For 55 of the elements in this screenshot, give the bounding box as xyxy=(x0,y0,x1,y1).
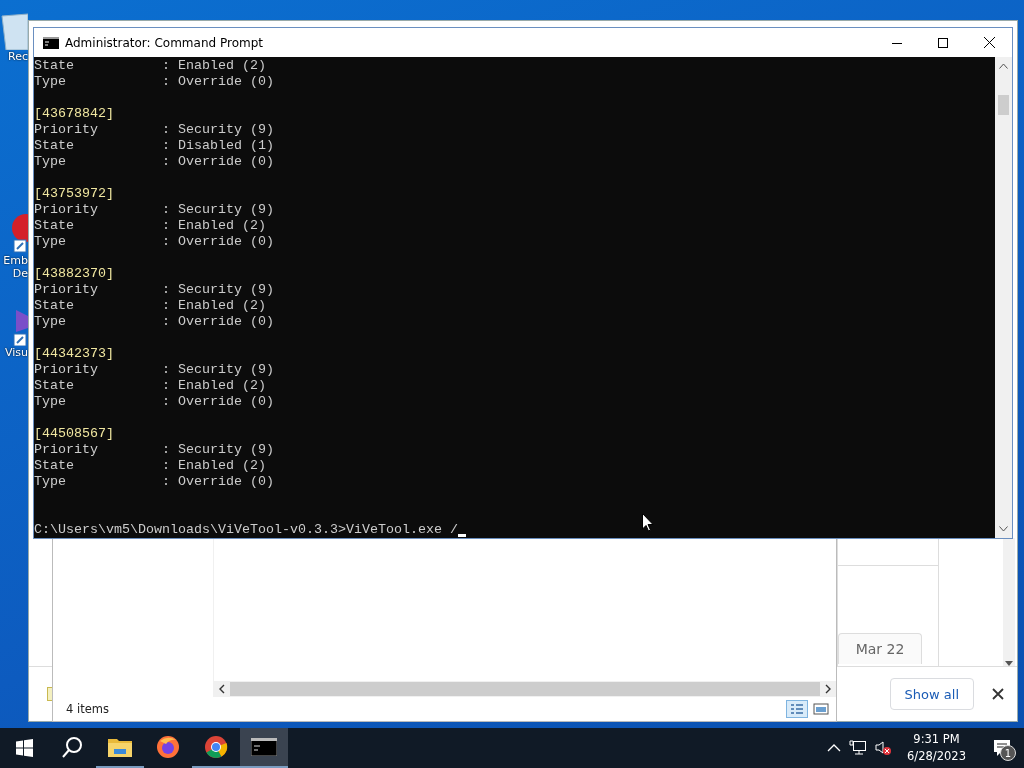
mouse-cursor-icon xyxy=(642,513,654,532)
console-line: Priority : Security (9) xyxy=(34,282,274,298)
icon-label: Rec xyxy=(8,50,28,63)
speaker-muted-icon[interactable] xyxy=(875,740,894,756)
date-tab[interactable]: Mar 22 xyxy=(838,633,922,664)
icon-label: De xyxy=(12,267,28,280)
console-line: Priority : Security (9) xyxy=(34,442,274,458)
scroll-bar[interactable] xyxy=(1003,538,1015,666)
show-all-button[interactable]: Show all xyxy=(889,678,974,710)
feature-id: [43753972] xyxy=(34,186,114,202)
icon-label: Emb xyxy=(3,254,28,267)
icon-label: Visu xyxy=(4,346,28,359)
console-line: Priority : Security (9) xyxy=(34,362,274,378)
feature-id: [44342373] xyxy=(34,346,114,362)
recycle-bin-icon[interactable] xyxy=(0,10,28,50)
console-icon xyxy=(251,738,277,756)
console-icon xyxy=(43,36,59,49)
network-icon[interactable] xyxy=(849,740,868,756)
window-title: Administrator: Command Prompt xyxy=(65,35,263,50)
taskbar-button[interactable] xyxy=(240,728,288,768)
console-line: Priority : Security (9) xyxy=(34,202,274,218)
console-line: State : Enabled (2) xyxy=(34,218,266,234)
console-line: Type : Override (0) xyxy=(34,234,274,250)
feature-id: [44508567] xyxy=(34,426,114,442)
chrome-icon xyxy=(204,735,228,759)
notification-button[interactable]: 1 xyxy=(980,728,1024,768)
feature-id: [43882370] xyxy=(34,266,114,282)
close-icon xyxy=(983,37,995,48)
feature-id: [43678842] xyxy=(34,106,114,122)
horizontal-scroll-bar[interactable] xyxy=(214,681,836,697)
console-line: Type : Override (0) xyxy=(34,394,274,410)
console-line: Type : Override (0) xyxy=(34,74,274,90)
firefox-icon xyxy=(156,735,180,759)
text-cursor xyxy=(457,534,466,537)
maximize-icon xyxy=(938,37,948,48)
close-icon[interactable] xyxy=(992,688,1004,700)
preview-view-icon[interactable] xyxy=(810,700,832,718)
chevron-up-icon[interactable] xyxy=(827,743,842,753)
console-line: Priority : Security (9) xyxy=(34,122,274,138)
clock-time[interactable]: 9:31 PM xyxy=(913,731,960,748)
console-line: Type : Override (0) xyxy=(34,154,274,170)
console-line: State : Enabled (2) xyxy=(34,378,266,394)
console-line: State : Enabled (2) xyxy=(34,58,266,74)
console-line: State : Enabled (2) xyxy=(34,298,266,314)
console-line: State : Enabled (2) xyxy=(34,458,266,474)
vertical-scroll-bar[interactable] xyxy=(995,57,1012,538)
details-view-icon[interactable] xyxy=(786,700,808,718)
console-line: State : Disabled (1) xyxy=(34,138,274,154)
clock-date[interactable]: 6/28/2023 xyxy=(907,748,966,765)
command-line[interactable]: C:\Users\vm5\Downloads\ViVeTool-v0.3.3>ViVeTool.exe / xyxy=(34,522,458,538)
console-line: Type : Override (0) xyxy=(34,314,274,330)
item-count: 4 items xyxy=(66,702,109,716)
folder-icon xyxy=(108,737,132,757)
console-line: Type : Override (0) xyxy=(34,474,274,490)
notification-count: 1 xyxy=(1000,745,1016,761)
